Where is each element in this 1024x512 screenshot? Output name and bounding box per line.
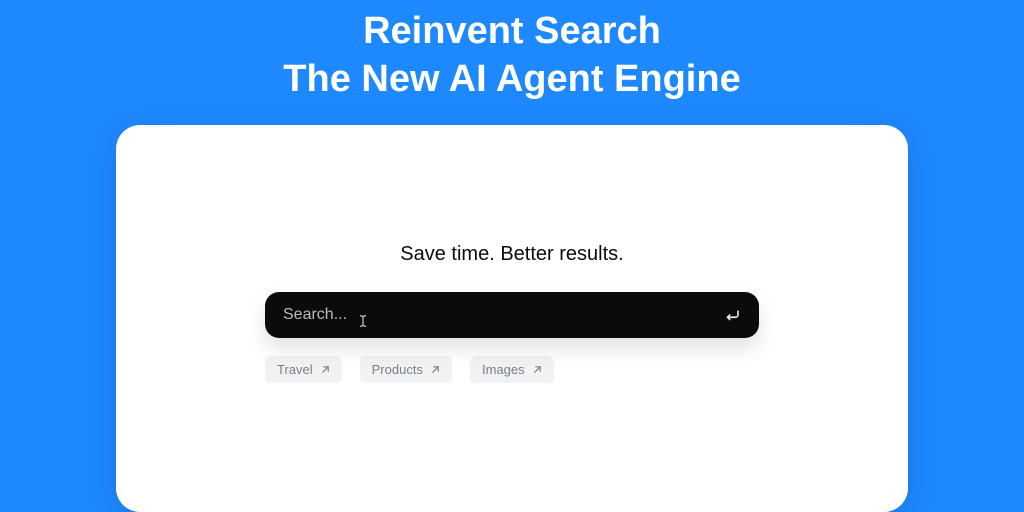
page-background: Reinvent Search The New AI Agent Engine …: [0, 0, 1024, 512]
hero-title: Reinvent Search The New AI Agent Engine: [283, 8, 740, 103]
hero-title-line2: The New AI Agent Engine: [283, 58, 740, 100]
arrow-up-right-icon: [431, 365, 440, 374]
chip-images[interactable]: Images: [470, 356, 554, 383]
chip-travel[interactable]: Travel: [265, 356, 342, 383]
enter-icon: [723, 306, 741, 324]
chip-label: Products: [372, 362, 423, 377]
main-card: Save time. Better results. Travel: [116, 125, 908, 512]
chip-label: Travel: [277, 362, 313, 377]
chip-label: Images: [482, 362, 525, 377]
hero-title-line1: Reinvent Search: [363, 10, 661, 52]
tagline: Save time. Better results.: [400, 243, 623, 266]
arrow-up-right-icon: [533, 365, 542, 374]
search-input[interactable]: [283, 306, 723, 324]
chip-products[interactable]: Products: [360, 356, 452, 383]
chip-row: Travel Products Images: [265, 356, 759, 383]
search-bar[interactable]: [265, 292, 759, 338]
arrow-up-right-icon: [321, 365, 330, 374]
